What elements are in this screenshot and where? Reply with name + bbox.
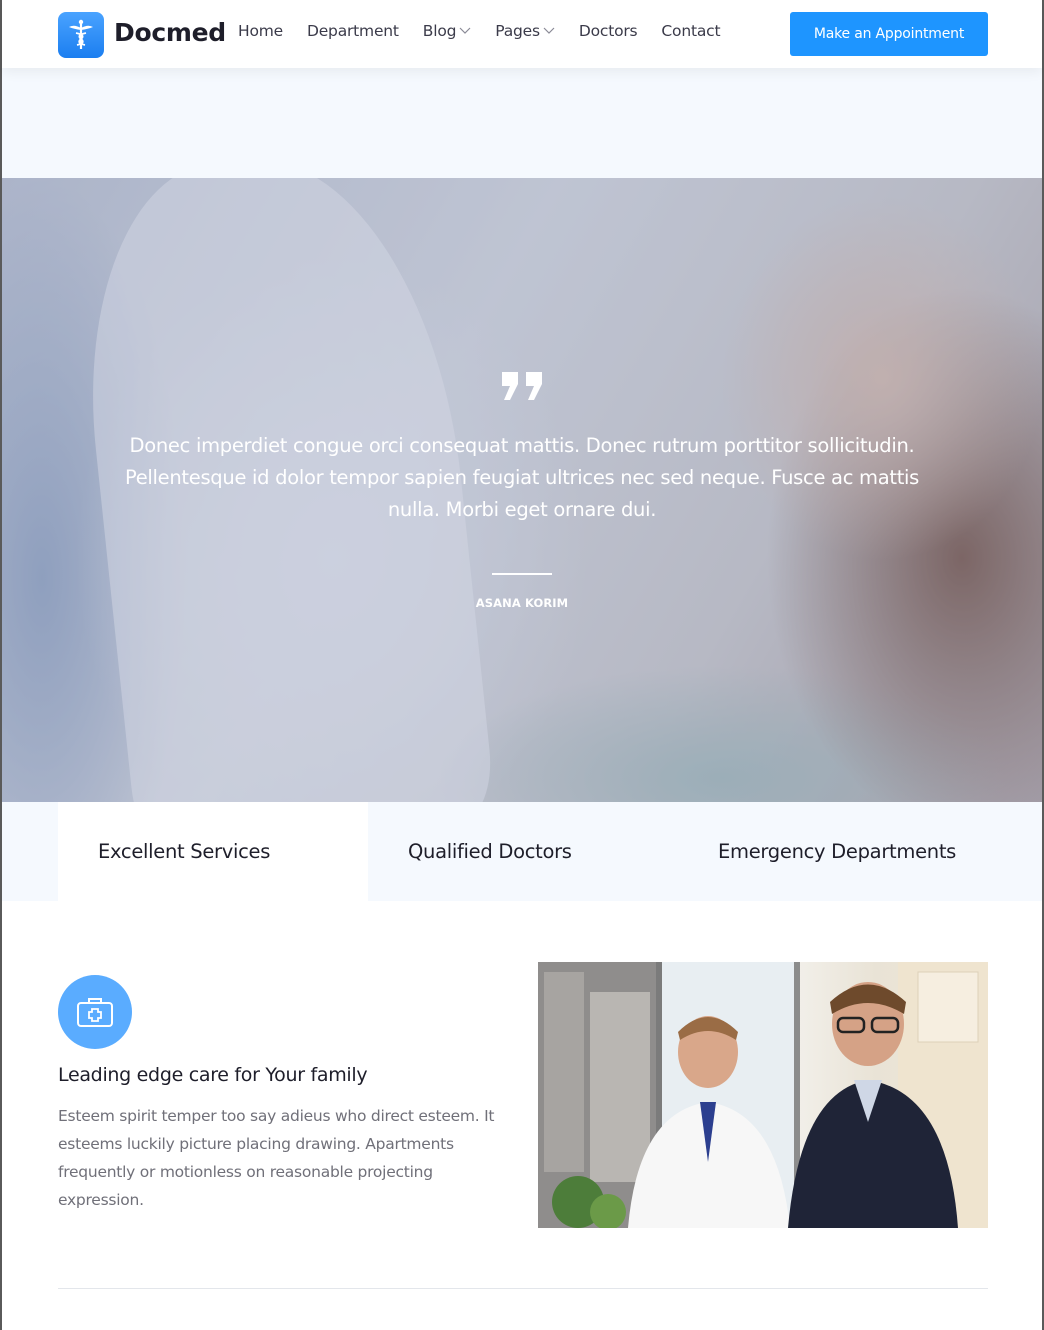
section-divider [58, 1288, 988, 1289]
testimonial-author: ASANA KORIM [475, 596, 569, 610]
testimonial-quote: Donec imperdiet congue orci consequat ma… [124, 434, 920, 521]
nav-item-home[interactable]: Home [238, 22, 283, 40]
chevron-down-icon [543, 27, 555, 35]
tab-qualified-doctors[interactable]: Qualified Doctors [368, 802, 678, 901]
medical-kit-icon [77, 998, 113, 1027]
main-nav: Home Department Blog Pages Doctors Conta… [238, 22, 744, 40]
nav-label: Home [238, 22, 283, 40]
nav-item-department[interactable]: Department [307, 22, 399, 40]
caduceus-icon [69, 19, 93, 49]
nav-item-doctors[interactable]: Doctors [579, 22, 638, 40]
quote-divider [492, 573, 552, 575]
tab-excellent-services[interactable]: Excellent Services [58, 802, 368, 901]
site-header: Docmed Home Department Blog Pages Doctor… [2, 0, 1042, 68]
nav-label: Pages [495, 22, 540, 40]
make-appointment-button[interactable]: Make an Appointment [790, 12, 988, 56]
testimonial-hero: Donec imperdiet congue orci consequat ma… [2, 178, 1042, 802]
feature-title: Leading edge care for Your family [58, 1064, 368, 1086]
service-tabs: Excellent Services Qualified Doctors Eme… [2, 802, 1042, 901]
nav-item-contact[interactable]: Contact [661, 22, 720, 40]
logo-text[interactable]: Docmed [114, 18, 226, 47]
quote-icon [502, 372, 542, 400]
nav-label: Blog [422, 22, 457, 40]
nav-item-blog[interactable]: Blog [423, 22, 471, 40]
nav-item-pages[interactable]: Pages [495, 22, 555, 40]
top-band [2, 68, 1042, 178]
logo-icon[interactable] [58, 12, 104, 58]
nav-label: Doctors [578, 22, 638, 40]
nav-label: Contact [661, 22, 721, 40]
doctors-photo [538, 962, 988, 1228]
chevron-down-icon [459, 27, 471, 35]
nav-label: Department [306, 22, 399, 40]
feature-icon-circle [58, 975, 132, 1049]
tab-emergency-departments[interactable]: Emergency Departments [678, 802, 988, 901]
doctors-image [538, 962, 988, 1228]
feature-body: Esteem spirit temper too say adieus who … [58, 1107, 495, 1209]
